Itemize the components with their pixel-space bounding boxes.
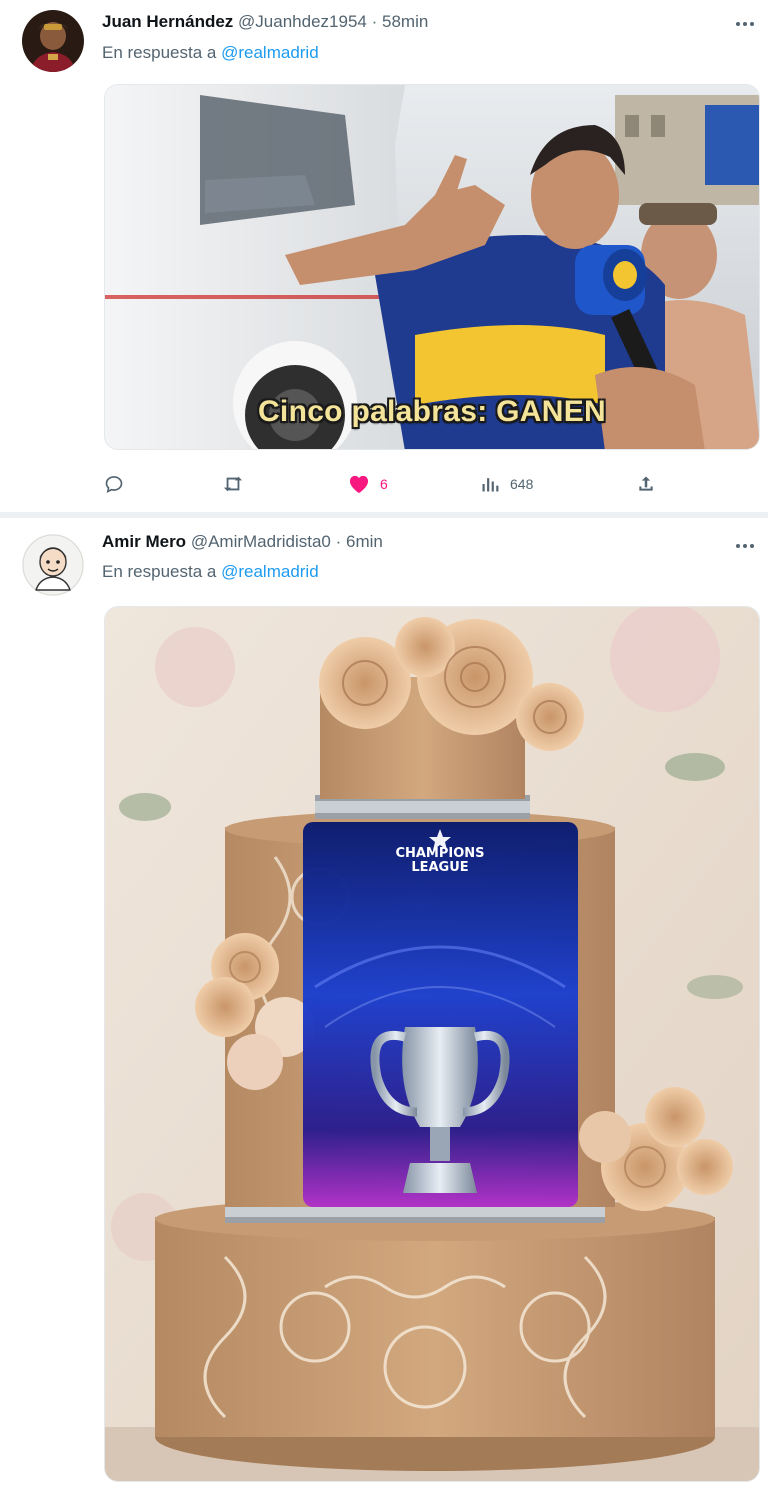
action-bar: 6 648	[104, 470, 664, 498]
author-name[interactable]: Juan Hernández	[102, 12, 233, 31]
heart-icon	[349, 475, 369, 494]
separator: ·	[335, 532, 342, 551]
timestamp[interactable]: 58min	[382, 12, 428, 31]
timestamp[interactable]: 6min	[346, 532, 383, 551]
share-icon	[639, 476, 653, 491]
tweet-header: Amir Mero @AmirMadridista0 · 6min	[102, 532, 383, 552]
avatar[interactable]	[22, 10, 84, 72]
like-button[interactable]: 6	[348, 470, 388, 498]
separator: ·	[371, 12, 378, 31]
tweet[interactable]: Amir Mero @AmirMadridista0 · 6min En res…	[0, 518, 768, 1496]
tweet[interactable]: Juan Hernández @Juanhdez1954 · 58min En …	[0, 0, 768, 512]
repost-button[interactable]	[222, 470, 244, 498]
views-icon	[482, 478, 499, 492]
author-handle[interactable]: @AmirMadridista0	[191, 532, 331, 551]
more-icon[interactable]	[732, 16, 758, 32]
reply-handle-link[interactable]: @realmadrid	[221, 562, 319, 581]
repost-icon	[223, 476, 243, 492]
reply-prefix: En respuesta a	[102, 562, 217, 581]
reply-handle-link[interactable]: @realmadrid	[221, 43, 319, 62]
reply-button[interactable]	[104, 470, 124, 498]
ucl-logo-text-2: LEAGUE	[411, 860, 468, 875]
views-button[interactable]: 648	[480, 470, 533, 498]
avatar[interactable]	[22, 534, 84, 596]
media-image: CHAMPIONS LEAGUE	[105, 607, 759, 1481]
video-caption: Cinco palabras: GANEN	[257, 395, 607, 428]
reply-icon	[105, 476, 123, 493]
share-button[interactable]	[636, 470, 656, 498]
view-count: 648	[510, 476, 534, 492]
reply-prefix: En respuesta a	[102, 43, 217, 62]
like-count: 6	[380, 476, 388, 492]
more-icon[interactable]	[732, 538, 758, 554]
tweet-header: Juan Hernández @Juanhdez1954 · 58min	[102, 12, 428, 32]
ucl-logo-text-1: CHAMPIONS	[395, 846, 484, 861]
author-handle[interactable]: @Juanhdez1954	[238, 12, 367, 31]
author-name[interactable]: Amir Mero	[102, 532, 186, 551]
tweet-media[interactable]: CHAMPIONS LEAGUE	[104, 606, 760, 1482]
reply-context: En respuesta a @realmadrid	[102, 562, 319, 582]
reply-context: En respuesta a @realmadrid	[102, 43, 319, 63]
tweet-media[interactable]: Cinco palabras: GANEN	[104, 84, 760, 450]
